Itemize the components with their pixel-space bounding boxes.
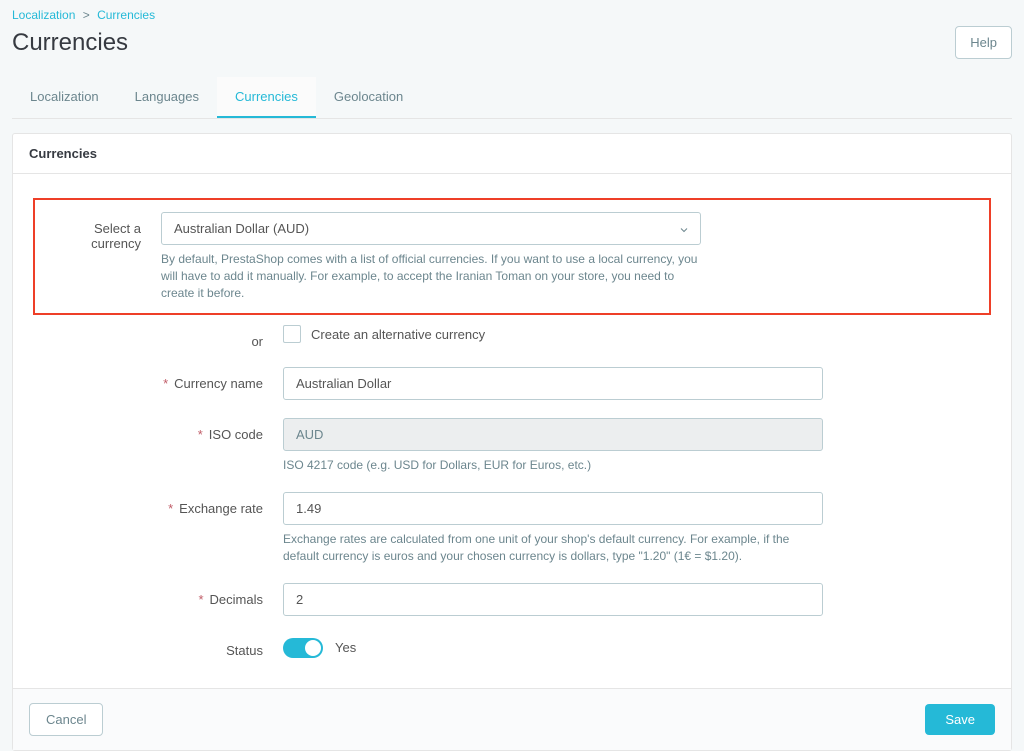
select-currency-label: Select a currency: [49, 212, 161, 251]
page-title: Currencies: [12, 29, 128, 57]
currency-select[interactable]: Australian Dollar (AUD): [161, 212, 701, 245]
card-title: Currencies: [13, 134, 1011, 174]
exchange-rate-label: Exchange rate: [179, 501, 263, 516]
tab-languages[interactable]: Languages: [117, 77, 217, 118]
chevron-down-icon: [678, 224, 688, 234]
select-currency-highlight: Select a currency Australian Dollar (AUD…: [33, 198, 991, 315]
or-label: or: [33, 325, 283, 349]
tab-geolocation[interactable]: Geolocation: [316, 77, 421, 118]
breadcrumb: Localization > Currencies: [12, 8, 1012, 22]
breadcrumb-parent[interactable]: Localization: [12, 8, 75, 22]
exchange-rate-hint: Exchange rates are calculated from one u…: [283, 531, 823, 565]
status-value: Yes: [335, 640, 356, 655]
breadcrumb-separator: >: [83, 8, 90, 22]
tabs: Localization Languages Currencies Geoloc…: [12, 77, 1012, 119]
help-button[interactable]: Help: [955, 26, 1012, 59]
currency-name-label: Currency name: [174, 376, 263, 391]
cancel-button[interactable]: Cancel: [29, 703, 103, 736]
select-currency-hint: By default, PrestaShop comes with a list…: [161, 251, 701, 301]
alt-currency-label: Create an alternative currency: [311, 327, 485, 342]
alt-currency-checkbox[interactable]: [283, 325, 301, 343]
save-button[interactable]: Save: [925, 704, 995, 735]
currency-name-input[interactable]: [283, 367, 823, 400]
decimals-label: Decimals: [210, 592, 263, 607]
iso-code-hint: ISO 4217 code (e.g. USD for Dollars, EUR…: [283, 457, 823, 474]
breadcrumb-current[interactable]: Currencies: [97, 8, 155, 22]
iso-code-input[interactable]: [283, 418, 823, 451]
tab-currencies[interactable]: Currencies: [217, 77, 316, 118]
currencies-card: Currencies Select a currency Australian …: [12, 133, 1012, 751]
decimals-input[interactable]: [283, 583, 823, 616]
exchange-rate-input[interactable]: [283, 492, 823, 525]
status-label: Status: [33, 634, 283, 658]
currency-select-value: Australian Dollar (AUD): [174, 221, 309, 236]
tab-localization[interactable]: Localization: [12, 77, 117, 118]
status-toggle[interactable]: [283, 638, 323, 658]
iso-code-label: ISO code: [209, 427, 263, 442]
